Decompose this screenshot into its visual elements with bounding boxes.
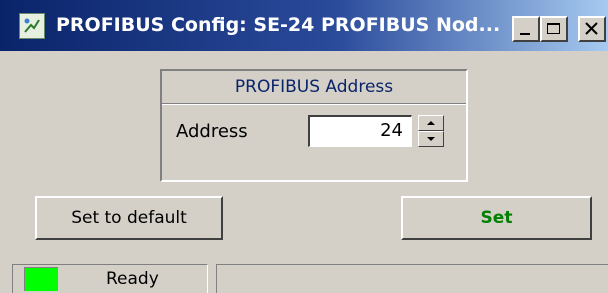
close-icon bbox=[585, 22, 598, 35]
group-title: PROFIBUS Address bbox=[234, 77, 394, 97]
status-bar bbox=[0, 264, 608, 293]
maximize-icon bbox=[547, 23, 560, 34]
set-to-default-button[interactable]: Set to default bbox=[35, 196, 223, 240]
minimize-icon bbox=[520, 33, 530, 35]
status-text: Ready bbox=[106, 269, 159, 289]
arrow-down-icon bbox=[427, 137, 435, 141]
profibus-address-group: PROFIBUS Address Address 24 bbox=[160, 69, 468, 182]
status-indicator-led bbox=[24, 267, 58, 291]
minimize-button[interactable] bbox=[512, 16, 540, 42]
address-spinner[interactable] bbox=[418, 115, 444, 147]
arrow-up-icon bbox=[427, 121, 435, 125]
set-button[interactable]: Set bbox=[401, 196, 592, 240]
maximize-button[interactable] bbox=[540, 16, 568, 42]
status-panel-secondary bbox=[216, 264, 608, 293]
app-icon[interactable] bbox=[19, 13, 45, 39]
group-divider bbox=[162, 103, 466, 105]
title-bar[interactable]: PROFIBUS Config: SE-24 PROFIBUS Nod... bbox=[0, 0, 608, 51]
close-button[interactable] bbox=[578, 16, 606, 42]
spin-up-button[interactable] bbox=[418, 115, 444, 131]
address-input[interactable]: 24 bbox=[308, 115, 412, 147]
address-label: Address bbox=[176, 121, 248, 142]
spin-down-button[interactable] bbox=[418, 131, 444, 147]
window-title: PROFIBUS Config: SE-24 PROFIBUS Nod... bbox=[56, 14, 501, 36]
